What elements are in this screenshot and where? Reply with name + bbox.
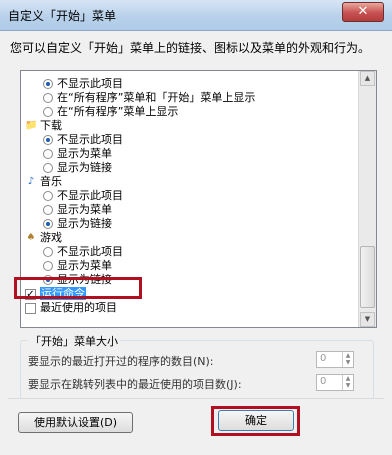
option-label: 游戏 [40,231,62,244]
radio-button[interactable] [43,79,53,89]
radio-option[interactable]: 不显示此项目 [43,133,123,147]
close-button[interactable]: ✕ [342,2,384,22]
recent-programs-label: 要显示的最近打开过的程序的数目(N): [28,355,214,368]
red-annotation-box [14,277,142,299]
window-title: 自定义「开始」菜单 [8,9,117,23]
radio-button[interactable] [43,205,53,215]
option-label: 不显示此项目 [57,245,123,258]
radio-option[interactable]: 显示为菜单 [43,259,112,273]
category-header: ♠ 游戏 [25,231,62,245]
radio-button[interactable] [43,261,53,271]
scroll-down-button[interactable]: ▼ [360,312,375,327]
radio-button[interactable] [43,191,53,201]
radio-option[interactable]: 显示为菜单 [43,203,112,217]
option-label: 显示为菜单 [57,147,112,160]
option-label: 不显示此项目 [57,77,123,90]
jumplist-spinner[interactable]: 0 ▲ ▼ [316,374,354,391]
radio-option[interactable]: 不显示此项目 [43,245,123,259]
radio-option[interactable]: 显示为菜单 [43,147,112,161]
scrollbar-thumb[interactable] [360,246,375,308]
option-label: 显示为链接 [57,217,112,230]
checkbox[interactable] [25,302,36,314]
jumplist-value: 0 [320,376,327,387]
radio-option[interactable]: 显示为链接 [43,161,112,175]
radio-button[interactable] [43,247,53,257]
description-text: 您可以自定义「开始」菜单上的链接、图标以及菜单的外观和行为。 [10,41,371,55]
radio-button[interactable] [43,219,53,229]
chevron-down-icon: ▼ [364,315,371,323]
games-icon: ♠ [26,232,36,243]
chevron-up-icon: ▲ [364,74,371,82]
option-label: 不显示此项目 [57,189,123,202]
radio-button[interactable] [43,93,53,103]
title-bar: 自定义「开始」菜单 ✕ [0,0,392,31]
option-label: 音乐 [40,175,62,188]
option-label: 显示为菜单 [57,259,112,272]
option-label: 下载 [40,119,62,132]
menu-size-title: 「开始」菜单大小 [28,333,120,349]
option-label: 最近使用的项目 [40,301,117,314]
option-label: 显示为链接 [57,161,112,174]
radio-button[interactable] [43,149,53,159]
scroll-up-button[interactable]: ▲ [360,71,375,86]
option-label: 不显示此项目 [57,133,123,146]
recent-programs-value: 0 [320,353,327,364]
option-label: 在“所有程序”菜单和「开始」菜单上显示 [57,91,256,104]
music-note-icon: ♪ [27,176,35,187]
spinner-arrows-icon[interactable]: ▲ ▼ [342,375,353,390]
radio-option[interactable]: 在“所有程序”菜单上显示 [43,105,178,119]
radio-option[interactable]: 显示为链接 [43,217,112,231]
option-label: 在“所有程序”菜单上显示 [57,105,179,118]
radio-button[interactable] [43,135,53,145]
ok-button[interactable]: 确定 [218,410,294,431]
radio-option[interactable]: 不显示此项目 [43,189,123,203]
spinner-arrows-icon[interactable]: ▲ ▼ [342,352,353,367]
category-header: ♪ 音乐 [25,175,62,189]
radio-option[interactable]: 在“所有程序”菜单和「开始」菜单上显示 [43,91,255,105]
checkbox-option[interactable]: 最近使用的项目 [25,301,117,315]
radio-option[interactable]: 不显示此项目 [43,77,123,91]
category-header: 📁 下载 [25,119,62,133]
recent-programs-spinner[interactable]: 0 ▲ ▼ [316,351,354,368]
radio-button[interactable] [43,163,53,173]
close-icon: ✕ [357,4,369,19]
use-default-settings-button[interactable]: 使用默认设置(D) [18,412,133,433]
radio-button[interactable] [43,107,53,117]
jumplist-label: 要显示在跳转列表中的最近使用的项目数(J): [28,378,242,391]
download-folder-icon: 📁 [25,120,38,131]
option-label: 显示为菜单 [57,203,112,216]
separator [8,398,384,399]
vertical-scrollbar[interactable]: ▲ ▼ [358,71,376,327]
